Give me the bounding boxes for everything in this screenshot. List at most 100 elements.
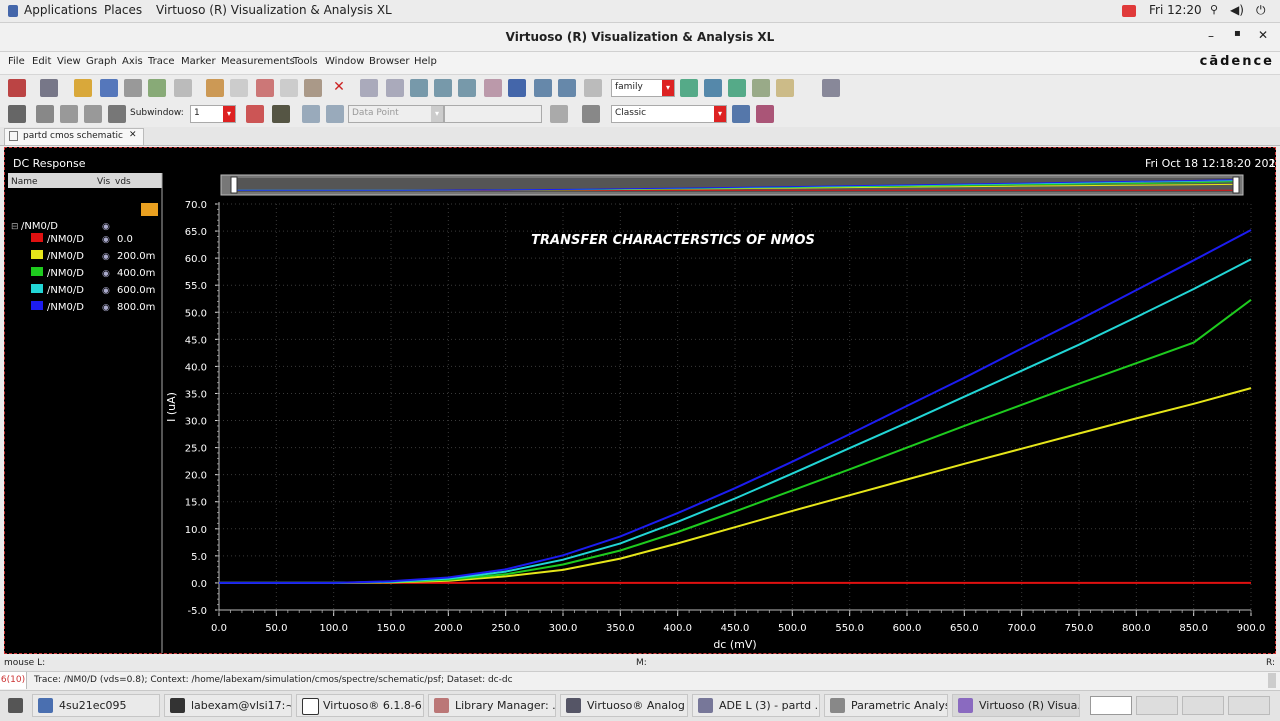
clock[interactable]: Fri 12:20 <box>1149 3 1202 17</box>
applications-menu[interactable]: Applications <box>24 3 97 17</box>
visibility-icon[interactable]: ◉ <box>102 235 110 245</box>
tab-partd-cmos-schematic[interactable]: partd cmos schematic ✕ <box>4 128 144 145</box>
visibility-icon[interactable]: ◉ <box>102 303 110 313</box>
workspace-1[interactable] <box>1090 696 1132 715</box>
task-parametric-analysis[interactable]: Parametric Analysi... <box>824 694 948 717</box>
legend-trace-name[interactable]: /NM0/D <box>47 302 84 313</box>
marker-icon[interactable] <box>272 105 290 123</box>
undo-icon[interactable] <box>206 79 224 97</box>
zoom-fit-icon[interactable] <box>360 79 378 97</box>
next-point-icon[interactable] <box>326 105 344 123</box>
data-point-value-field[interactable] <box>444 105 542 123</box>
zoom-out-icon[interactable] <box>434 79 452 97</box>
export-icon[interactable] <box>148 79 166 97</box>
visibility-icon[interactable]: ◉ <box>102 269 110 279</box>
close-icon[interactable]: ✕ <box>1258 28 1268 42</box>
collapse-icon[interactable]: ⊟ <box>11 222 19 232</box>
chevron-down-icon[interactable]: ▾ <box>662 80 674 96</box>
legend-trace-name[interactable]: /NM0/D <box>47 285 84 296</box>
zoom-reset-icon[interactable] <box>584 79 602 97</box>
chart-icon[interactable] <box>550 105 568 123</box>
task-terminal[interactable]: labexam@vlsi17:~/... <box>164 694 292 717</box>
calculator-icon[interactable] <box>582 105 600 123</box>
workspace-4[interactable] <box>1228 696 1270 715</box>
style-select[interactable]: Classic ▾ <box>611 105 727 123</box>
overlay-icon[interactable] <box>728 79 746 97</box>
strip-chart-icon[interactable] <box>680 79 698 97</box>
window-title-bar[interactable]: Virtuoso (R) Visualization & Analysis XL… <box>0 23 1280 52</box>
menu-marker[interactable]: Marker <box>181 56 216 67</box>
split-icon[interactable] <box>752 79 770 97</box>
overview-right-handle[interactable] <box>1232 176 1240 194</box>
menu-trace[interactable]: Trace <box>148 56 175 67</box>
minimize-icon[interactable]: – <box>1208 29 1214 43</box>
task-virtuoso-ciw[interactable]: Virtuoso® 6.1.8-6... <box>296 694 424 717</box>
menu-axis[interactable]: Axis <box>122 56 143 67</box>
layout-grid-icon[interactable] <box>822 79 840 97</box>
legend-group-name[interactable]: /NM0/D <box>21 221 58 232</box>
cut-icon[interactable] <box>256 79 274 97</box>
maximize-icon[interactable]: ▪ <box>1234 28 1241 39</box>
window-style-icon[interactable] <box>732 105 750 123</box>
pointer-icon[interactable] <box>8 105 26 123</box>
menu-graph[interactable]: Graph <box>86 56 117 67</box>
zoom-icon[interactable] <box>386 79 404 97</box>
workspace-2[interactable] <box>1136 696 1178 715</box>
task-visualization[interactable]: Virtuoso (R) Visua... <box>952 694 1080 717</box>
volume-icon[interactable]: ◀) <box>1230 3 1244 17</box>
network-icon[interactable]: ⚲ <box>1210 3 1218 16</box>
rows-layout-icon[interactable] <box>60 105 78 123</box>
task-4su21ec095[interactable]: 4su21ec095 <box>32 694 160 717</box>
power-icon[interactable]: ⏻ <box>1256 3 1266 18</box>
workspace-3[interactable] <box>1182 696 1224 715</box>
zoom-x-icon[interactable] <box>534 79 552 97</box>
chevron-down-icon[interactable]: ▾ <box>714 106 726 122</box>
menu-tools[interactable]: Tools <box>293 56 318 67</box>
task-library-manager[interactable]: Library Manager: ... <box>428 694 556 717</box>
menu-edit[interactable]: Edit <box>32 56 51 67</box>
plot-window[interactable]: DC Response Fri Oct 18 12:18:20 2024 1 N… <box>4 147 1276 654</box>
new-subwindow-icon[interactable] <box>40 79 58 97</box>
zoom-box-icon[interactable] <box>458 79 476 97</box>
reset-style-icon[interactable] <box>756 105 774 123</box>
visibility-icon[interactable]: ◉ <box>102 252 110 262</box>
chart-area[interactable]: 70.0 65.0 60.0 55.0 50.0 45.0 40.0 35.0 30.0 25.0… <box>165 200 1265 651</box>
visibility-icon[interactable]: ◉ <box>102 286 110 296</box>
previous-point-icon[interactable] <box>302 105 320 123</box>
redo-icon[interactable] <box>230 79 248 97</box>
menu-view[interactable]: View <box>57 56 81 67</box>
grid-icon[interactable] <box>174 79 192 97</box>
filter-icon[interactable] <box>141 203 158 216</box>
legend-trace-name[interactable]: /NM0/D <box>47 251 84 262</box>
plot-canvas[interactable]: DC Response Fri Oct 18 12:18:20 2024 1 N… <box>5 148 1275 653</box>
copy-icon[interactable] <box>280 79 298 97</box>
recording-icon[interactable] <box>1122 5 1136 17</box>
delete-icon[interactable]: ✕ <box>330 79 348 97</box>
grid-layout-icon[interactable] <box>108 105 126 123</box>
new-window-icon[interactable] <box>8 79 26 97</box>
composite-icon[interactable] <box>704 79 722 97</box>
menu-browser[interactable]: Browser <box>369 56 410 67</box>
family-select[interactable]: family ▾ <box>611 79 675 97</box>
columns-layout-icon[interactable] <box>84 105 102 123</box>
flag-icon[interactable] <box>246 105 264 123</box>
pan-icon[interactable] <box>484 79 502 97</box>
table-view-icon[interactable] <box>776 79 794 97</box>
active-app-name[interactable]: Virtuoso (R) Visualization & Analysis XL <box>156 3 392 17</box>
overview-left-handle[interactable] <box>230 176 238 194</box>
save-icon[interactable] <box>100 79 118 97</box>
show-desktop-icon[interactable] <box>8 698 23 713</box>
menu-measurements[interactable]: Measurements <box>221 56 295 67</box>
zoom-y-icon[interactable] <box>558 79 576 97</box>
zoom-window-icon[interactable] <box>508 79 526 97</box>
menu-window[interactable]: Window <box>325 56 364 67</box>
places-menu[interactable]: Places <box>104 3 142 17</box>
data-point-select[interactable]: Data Point ▾ <box>348 105 444 123</box>
menu-help[interactable]: Help <box>414 56 437 67</box>
paste-icon[interactable] <box>304 79 322 97</box>
legend-trace-name[interactable]: /NM0/D <box>47 234 84 245</box>
task-ade-l[interactable]: ADE L (3) - partd ... <box>692 694 820 717</box>
subwindow-select[interactable]: 1 ▾ <box>190 105 236 123</box>
print-icon[interactable] <box>124 79 142 97</box>
menu-file[interactable]: File <box>8 56 25 67</box>
